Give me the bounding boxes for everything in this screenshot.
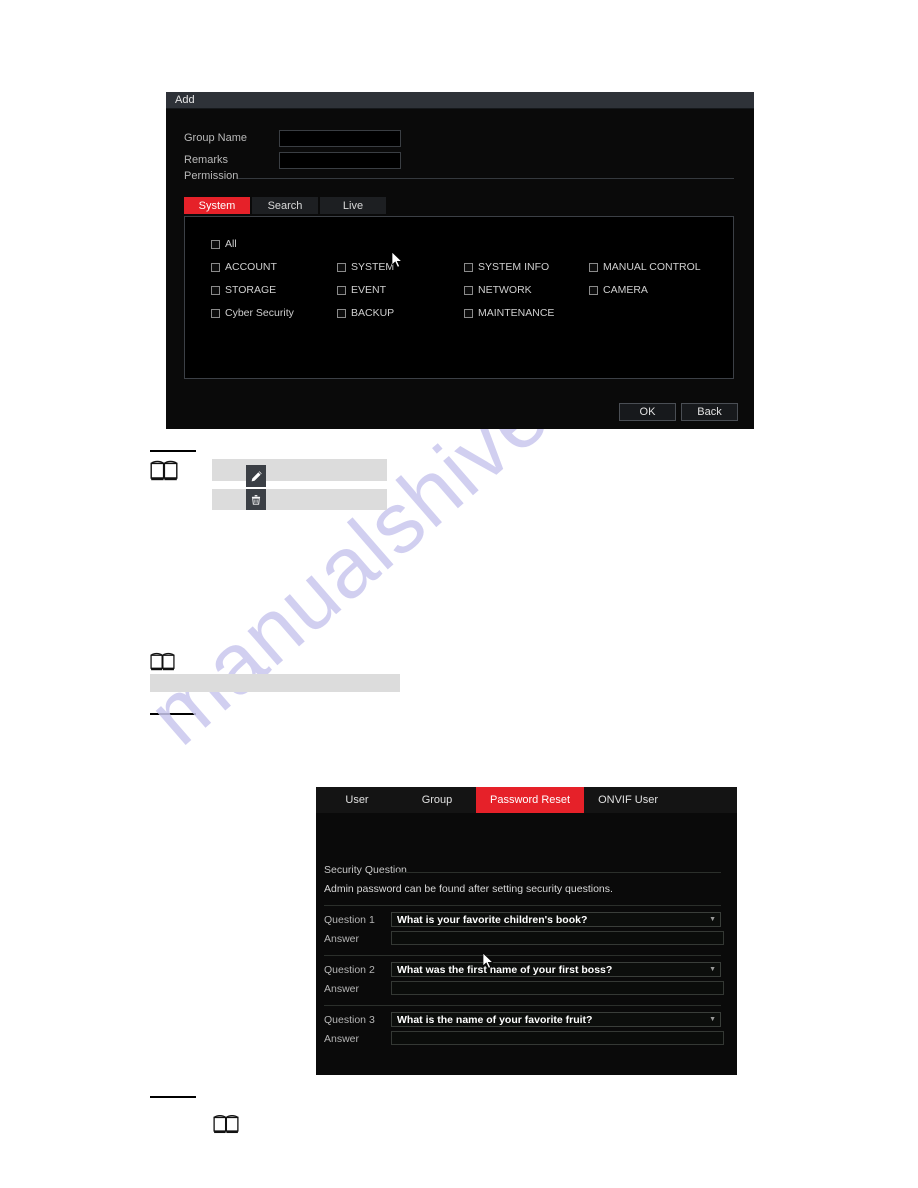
question-1-select[interactable]: What is your favorite children's book? ▼ xyxy=(391,912,721,927)
question-2-divider xyxy=(324,1005,721,1006)
permission-panel: All ACCOUNT SYSTEM SYSTEM INFO MANUAL CO… xyxy=(184,216,734,379)
trash-icon[interactable] xyxy=(246,489,266,510)
checkbox-backup[interactable]: BACKUP xyxy=(337,307,394,319)
checkbox-storage[interactable]: STORAGE xyxy=(211,284,276,296)
question-1-label: Question 1 xyxy=(324,914,375,926)
note-book-icon xyxy=(213,1114,239,1134)
tab-onvif-user[interactable]: ONVIF User xyxy=(584,787,672,813)
checkbox-box-icon xyxy=(589,285,598,295)
answer-2-label: Answer xyxy=(324,983,360,995)
tab-password-reset[interactable]: Password Reset xyxy=(476,787,585,813)
ok-button[interactable]: OK xyxy=(619,403,676,421)
answer-1-input[interactable] xyxy=(391,931,724,945)
checkbox-box-icon xyxy=(337,262,346,272)
tab-search[interactable]: Search xyxy=(252,197,318,214)
question-3-value: What is the name of your favorite fruit? xyxy=(397,1013,593,1026)
security-question-title: Security Question xyxy=(324,864,407,876)
checkbox-event[interactable]: EVENT xyxy=(337,284,386,296)
question-2-value: What was the first name of your first bo… xyxy=(397,963,613,976)
checkbox-box-icon xyxy=(337,285,346,295)
question-1-divider xyxy=(324,955,721,956)
question-3-label: Question 3 xyxy=(324,1014,375,1026)
back-button[interactable]: Back xyxy=(681,403,738,421)
remarks-row: Remarks xyxy=(184,151,494,169)
permission-section-label: Permission xyxy=(184,170,239,182)
checkbox-maintenance[interactable]: MAINTENANCE xyxy=(464,307,554,319)
pencil-icon[interactable] xyxy=(246,465,266,487)
question-1-value: What is your favorite children's book? xyxy=(397,913,588,926)
pencil-glyph xyxy=(251,470,262,481)
checkbox-network[interactable]: NETWORK xyxy=(464,284,532,296)
checkbox-all[interactable]: All xyxy=(211,238,237,250)
trash-glyph xyxy=(251,495,261,505)
highlight-bar xyxy=(150,674,400,692)
question-2-select[interactable]: What was the first name of your first bo… xyxy=(391,962,721,977)
checkbox-box-icon xyxy=(211,239,220,249)
dialog-titlebar: Add xyxy=(166,92,754,109)
chevron-down-icon: ▼ xyxy=(709,1016,716,1023)
remarks-label: Remarks xyxy=(184,154,229,166)
tab-system[interactable]: System xyxy=(184,197,250,214)
answer-3-input[interactable] xyxy=(391,1031,724,1045)
dialog-title: Add xyxy=(175,94,195,106)
group-name-row: Group Name xyxy=(184,129,494,147)
checkbox-label: ACCOUNT xyxy=(225,261,277,273)
add-group-dialog: Add Group Name Remarks Permission System… xyxy=(166,92,754,429)
answer-3-label: Answer xyxy=(324,1033,360,1045)
group-name-input[interactable] xyxy=(279,129,401,147)
question-3-select[interactable]: What is the name of your favorite fruit?… xyxy=(391,1012,721,1027)
permission-divider xyxy=(238,178,734,179)
note-rule-mid xyxy=(150,713,196,715)
delete-row[interactable] xyxy=(212,489,387,510)
checkbox-label: EVENT xyxy=(351,284,387,296)
checkbox-manual-control[interactable]: MANUAL CONTROL xyxy=(589,261,701,273)
description-divider xyxy=(324,905,721,906)
checkbox-account[interactable]: ACCOUNT xyxy=(211,261,277,273)
checkbox-box-icon xyxy=(589,262,598,272)
checkbox-label: MAINTENANCE xyxy=(478,307,555,319)
answer-2-input[interactable] xyxy=(391,981,724,995)
checkbox-label: NETWORK xyxy=(478,284,532,296)
checkbox-label: All xyxy=(225,238,237,250)
checkbox-label: CAMERA xyxy=(603,284,648,296)
checkbox-box-icon xyxy=(464,308,473,318)
tab-user[interactable]: User xyxy=(316,787,398,813)
answer-1-label: Answer xyxy=(324,933,360,945)
mouse-cursor xyxy=(483,953,494,969)
chevron-down-icon: ▼ xyxy=(709,966,716,973)
checkbox-label: SYSTEM INFO xyxy=(478,261,550,273)
password-reset-dialog: User Group Password Reset ONVIF User Sec… xyxy=(316,787,737,1075)
checkbox-label: MANUAL CONTROL xyxy=(603,261,701,273)
checkbox-box-icon xyxy=(464,262,473,272)
checkbox-box-icon xyxy=(211,308,220,318)
note-book-icon xyxy=(150,652,175,671)
checkbox-box-icon xyxy=(211,262,220,272)
password-dialog-tabs: User Group Password Reset ONVIF User xyxy=(316,787,737,813)
note-rule-bottom xyxy=(150,1096,196,1098)
question-2-label: Question 2 xyxy=(324,964,375,976)
checkbox-cyber-security[interactable]: Cyber Security xyxy=(211,307,294,319)
checkbox-system[interactable]: SYSTEM xyxy=(337,261,394,273)
security-question-description: Admin password can be found after settin… xyxy=(324,883,613,895)
note-book-icon xyxy=(150,460,178,481)
remarks-input[interactable] xyxy=(279,151,401,169)
checkbox-label: Cyber Security xyxy=(225,307,294,319)
note-rule-top xyxy=(150,450,196,452)
group-name-label: Group Name xyxy=(184,132,247,144)
checkbox-label: SYSTEM xyxy=(351,261,395,273)
tab-live[interactable]: Live xyxy=(320,197,386,214)
tab-group[interactable]: Group xyxy=(398,787,476,813)
checkbox-box-icon xyxy=(211,285,220,295)
security-question-divider xyxy=(396,872,721,873)
checkbox-label: STORAGE xyxy=(225,284,277,296)
checkbox-label: BACKUP xyxy=(351,307,395,319)
mouse-cursor xyxy=(392,252,403,268)
edit-row[interactable] xyxy=(212,459,387,481)
checkbox-camera[interactable]: CAMERA xyxy=(589,284,648,296)
checkbox-box-icon xyxy=(464,285,473,295)
chevron-down-icon: ▼ xyxy=(709,916,716,923)
checkbox-system-info[interactable]: SYSTEM INFO xyxy=(464,261,549,273)
checkbox-box-icon xyxy=(337,308,346,318)
permission-tabs: System Search Live xyxy=(184,197,386,214)
